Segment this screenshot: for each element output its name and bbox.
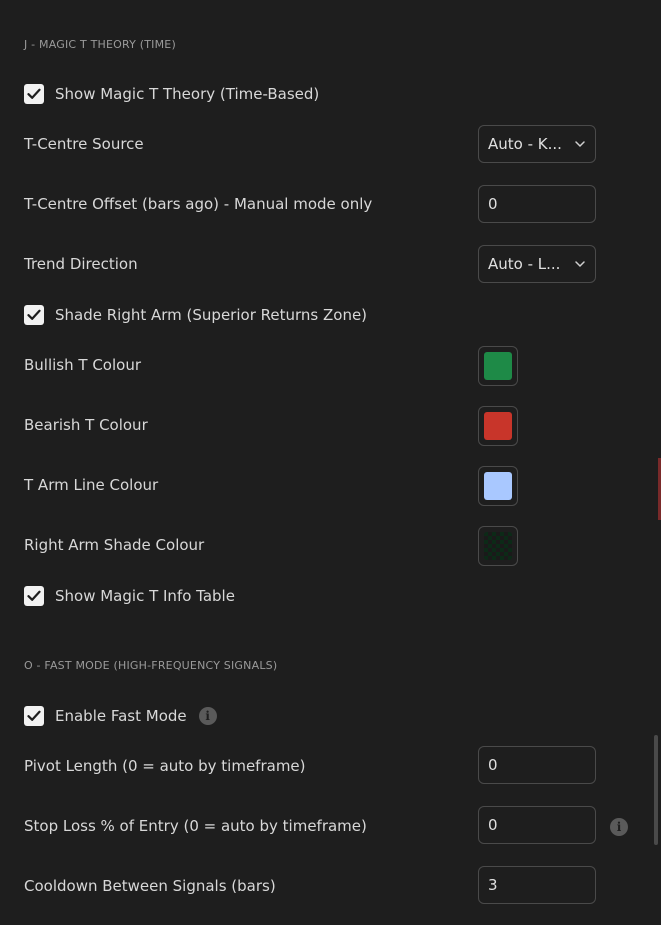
show-info-table-label: Show Magic T Info Table xyxy=(55,587,235,605)
scrollbar-thumb[interactable] xyxy=(654,735,658,845)
show-magic-t-row[interactable]: Show Magic T Theory (Time-Based) xyxy=(24,83,319,105)
info-icon[interactable]: i xyxy=(198,707,217,725)
cooldown-value: 3 xyxy=(488,876,498,894)
settings-panel: J - MAGIC T THEORY (TIME) Show Magic T T… xyxy=(0,0,652,925)
bullish-colour-label: Bullish T Colour xyxy=(24,356,141,374)
right-arm-shade-colour-fill xyxy=(484,532,512,560)
t-centre-offset-label: T-Centre Offset (bars ago) - Manual mode… xyxy=(24,195,373,213)
enable-fast-mode-row[interactable]: Enable Fast Mode i xyxy=(24,705,217,727)
info-icon[interactable]: i xyxy=(610,818,628,836)
t-centre-offset-value: 0 xyxy=(488,195,498,213)
right-arm-shade-colour-swatch[interactable] xyxy=(478,526,518,566)
t-centre-offset-input[interactable]: 0 xyxy=(478,185,596,223)
trend-direction-value: Auto - L... xyxy=(488,255,561,273)
enable-fast-mode-label: Enable Fast Mode xyxy=(55,707,187,725)
show-magic-t-checkbox[interactable] xyxy=(24,84,44,104)
stop-loss-input[interactable]: 0 xyxy=(478,806,596,844)
bearish-colour-label: Bearish T Colour xyxy=(24,416,148,434)
trend-direction-label: Trend Direction xyxy=(24,255,138,273)
bullish-colour-swatch[interactable] xyxy=(478,346,518,386)
arm-line-colour-label: T Arm Line Colour xyxy=(24,476,159,494)
bearish-colour-swatch[interactable] xyxy=(478,406,518,446)
show-magic-t-label: Show Magic T Theory (Time-Based) xyxy=(55,85,320,103)
trend-direction-select[interactable]: Auto - L... xyxy=(478,245,596,283)
t-centre-source-label: T-Centre Source xyxy=(24,135,144,153)
pivot-length-label: Pivot Length (0 = auto by timeframe) xyxy=(24,757,306,775)
bullish-colour-fill xyxy=(484,352,512,380)
chevron-down-icon xyxy=(575,261,585,268)
arm-line-colour-fill xyxy=(484,472,512,500)
chevron-down-icon xyxy=(575,141,585,148)
stop-loss-label: Stop Loss % of Entry (0 = auto by timefr… xyxy=(24,817,367,835)
checkmark-icon xyxy=(27,309,41,320)
enable-fast-mode-checkbox[interactable] xyxy=(24,706,44,726)
shade-right-arm-label: Shade Right Arm (Superior Returns Zone) xyxy=(55,306,368,324)
checkmark-icon xyxy=(27,88,41,99)
section-title-magic-t: J - MAGIC T THEORY (TIME) xyxy=(24,38,176,51)
show-info-table-row[interactable]: Show Magic T Info Table xyxy=(24,585,235,607)
pivot-length-input[interactable]: 0 xyxy=(478,746,596,784)
pivot-length-value: 0 xyxy=(488,756,498,774)
cooldown-input[interactable]: 3 xyxy=(478,866,596,904)
show-info-table-checkbox[interactable] xyxy=(24,586,44,606)
cooldown-label: Cooldown Between Signals (bars) xyxy=(24,877,276,895)
shade-right-arm-row[interactable]: Shade Right Arm (Superior Returns Zone) xyxy=(24,304,367,326)
bearish-colour-fill xyxy=(484,412,512,440)
t-centre-source-select[interactable]: Auto - K... xyxy=(478,125,596,163)
arm-line-colour-swatch[interactable] xyxy=(478,466,518,506)
right-arm-shade-colour-label: Right Arm Shade Colour xyxy=(24,536,205,554)
checkmark-icon xyxy=(27,590,41,601)
shade-right-arm-checkbox[interactable] xyxy=(24,305,44,325)
section-title-fast-mode: O - FAST MODE (HIGH-FREQUENCY SIGNALS) xyxy=(24,659,278,672)
stop-loss-value: 0 xyxy=(488,816,498,834)
checkmark-icon xyxy=(27,710,41,721)
t-centre-source-value: Auto - K... xyxy=(488,135,562,153)
